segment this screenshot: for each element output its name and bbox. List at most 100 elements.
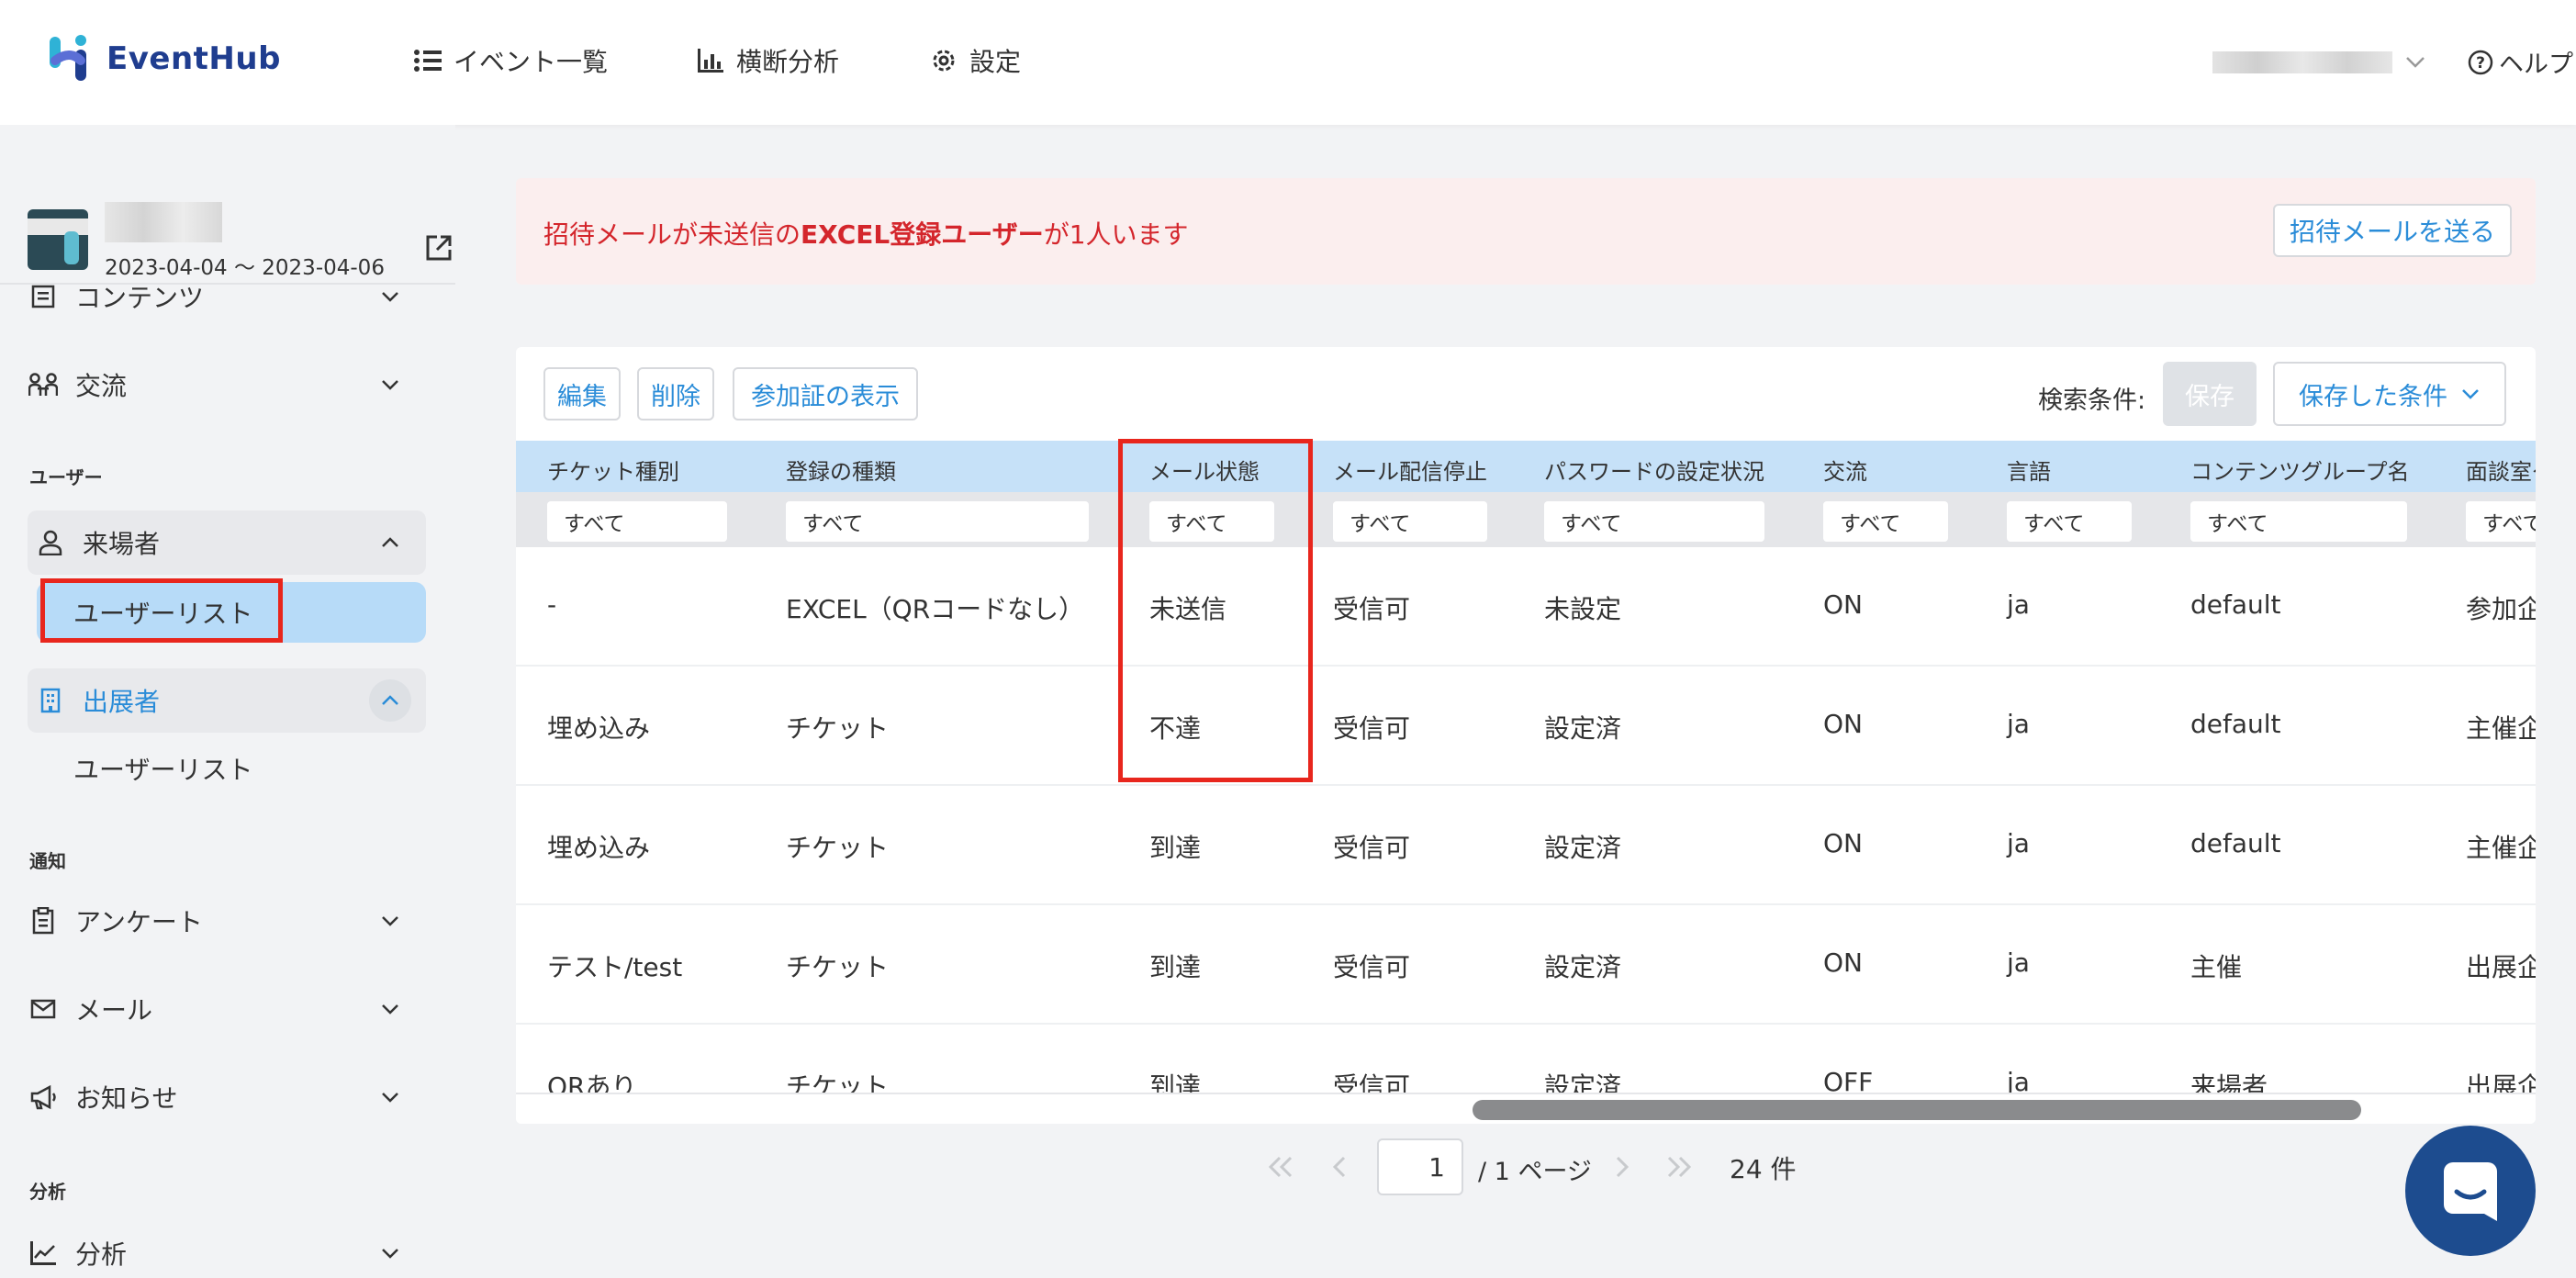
- alert-text-part2: が1人います: [1043, 219, 1189, 250]
- sidebar-item-exhibitor-user-list[interactable]: ユーザーリスト: [37, 738, 426, 799]
- collapse-toggle[interactable]: [369, 679, 411, 722]
- table-row[interactable]: QRあり チケット 到達 受信可 設定済 OFF ja 来場者 出展企: [516, 1025, 2536, 1093]
- sidebar-item-contents[interactable]: コンテンツ: [28, 264, 426, 329]
- clipboard-icon: [28, 905, 59, 936]
- column-header-meeting-room[interactable]: 面談室グ: [2466, 454, 2536, 486]
- cell-mail-status: 到達: [1149, 1071, 1202, 1093]
- column-header-password-status[interactable]: パスワードの設定状況: [1544, 454, 1764, 486]
- cell-language: ja: [2007, 589, 2030, 620]
- cell-meeting-room: 主催企: [2466, 713, 2536, 744]
- filter-meeting-room[interactable]: すべて: [2466, 501, 2536, 542]
- cell-ticket-type: 埋め込み: [547, 713, 651, 744]
- sidebar-item-survey[interactable]: アンケート: [28, 889, 426, 953]
- nav-settings-label: 設定: [969, 47, 1022, 77]
- nav-analysis[interactable]: 横断分析: [696, 42, 839, 79]
- cell-ticket-type: テスト/test: [547, 952, 683, 982]
- sidebar-item-label: 交流: [75, 371, 128, 401]
- sidebar-item-visitor[interactable]: 来場者: [28, 510, 426, 575]
- bar-chart-icon: [696, 46, 725, 75]
- delete-button[interactable]: 削除: [637, 367, 714, 420]
- nav-settings[interactable]: 設定: [929, 42, 1021, 79]
- filter-registration-type[interactable]: すべて: [786, 501, 1089, 542]
- horizontal-scrollbar-thumb[interactable]: [1473, 1100, 2361, 1120]
- external-link-icon[interactable]: [424, 233, 454, 263]
- page-number-input[interactable]: 1: [1377, 1138, 1463, 1195]
- column-header-language[interactable]: 言語: [2007, 454, 2051, 486]
- cell-language: ja: [2007, 709, 2030, 739]
- nav-events[interactable]: イベント一覧: [413, 42, 608, 79]
- highlight-box-user-list: [40, 578, 283, 643]
- table-row[interactable]: テスト/test チケット 到達 受信可 設定済 ON ja 主催 出展企: [516, 905, 2536, 1025]
- alert-message: 招待メールが未送信のEXCEL登録ユーザーが1人います: [543, 215, 1189, 252]
- next-page-icon[interactable]: [1614, 1155, 1630, 1179]
- column-header-exchange[interactable]: 交流: [1823, 454, 1867, 486]
- sidebar-item-exhibitor[interactable]: 出展者: [28, 668, 426, 733]
- table-row[interactable]: - EXCEL（QRコードなし） 未送信 受信可 未設定 ON ja defau…: [516, 547, 2536, 667]
- filter-ticket-type[interactable]: すべて: [547, 501, 727, 542]
- list-icon: [413, 46, 442, 75]
- help-link[interactable]: ? ヘルプ: [2468, 44, 2573, 80]
- line-chart-icon: [28, 1238, 59, 1269]
- eventhub-logo[interactable]: EventHub: [48, 33, 281, 84]
- cell-exchange: ON: [1823, 709, 1863, 739]
- filter-exchange[interactable]: すべて: [1823, 501, 1948, 542]
- cell-content-group: default: [2190, 709, 2281, 739]
- people-exchange-icon: [28, 369, 59, 400]
- last-page-icon[interactable]: [1665, 1155, 1693, 1179]
- chevron-down-icon: [382, 1249, 398, 1259]
- column-header-mail-unsubscribe[interactable]: メール配信停止: [1333, 454, 1487, 486]
- user-icon: [35, 527, 66, 558]
- filter-mail-unsubscribe[interactable]: すべて: [1333, 501, 1487, 542]
- chevron-down-icon: [382, 916, 398, 926]
- cell-exchange: ON: [1823, 947, 1863, 978]
- eventhub-logo-icon: [50, 35, 86, 81]
- chevron-down-icon: [2406, 57, 2425, 68]
- sidebar-item-analytics[interactable]: 分析: [28, 1221, 426, 1278]
- cell-mail-unsubscribe: 受信可: [1333, 594, 1411, 624]
- table-row[interactable]: 埋め込み チケット 到達 受信可 設定済 ON ja default 主催企: [516, 786, 2536, 905]
- table-filter-row: すべて すべて すべて すべて すべて すべて すべて すべて すべて: [516, 492, 2536, 547]
- edit-button[interactable]: 編集: [543, 367, 621, 420]
- column-header-content-group[interactable]: コンテンツグループ名: [2190, 454, 2410, 486]
- saved-conditions-label: 保存した条件: [2299, 382, 2447, 411]
- sidebar-item-label: 分析: [75, 1239, 128, 1270]
- column-header-registration-type[interactable]: 登録の種類: [786, 454, 896, 486]
- sidebar-item-mail[interactable]: メール: [28, 977, 426, 1041]
- sidebar-item-label: メール: [75, 995, 153, 1026]
- gear-icon: [929, 46, 958, 75]
- cell-meeting-room: 参加企: [2466, 594, 2536, 624]
- megaphone-icon: [28, 1082, 59, 1113]
- filter-content-group[interactable]: すべて: [2190, 501, 2407, 542]
- cell-mail-status: 到達: [1149, 833, 1202, 863]
- chevron-down-icon: [382, 1093, 398, 1103]
- send-invitation-button[interactable]: 招待メールを送る: [2273, 204, 2512, 257]
- first-page-icon[interactable]: [1267, 1155, 1294, 1179]
- chat-widget-button[interactable]: [2405, 1126, 2536, 1256]
- save-conditions-button[interactable]: 保存: [2163, 362, 2257, 426]
- cell-meeting-room: 出展企: [2466, 952, 2536, 982]
- show-badge-button[interactable]: 参加証の表示: [733, 367, 918, 420]
- cell-registration-type: チケット: [786, 713, 890, 744]
- filter-password-status[interactable]: すべて: [1544, 501, 1764, 542]
- help-icon: ?: [2468, 50, 2493, 74]
- prev-page-icon[interactable]: [1331, 1155, 1348, 1179]
- sidebar-item-exchange[interactable]: 交流: [28, 353, 426, 417]
- filter-language[interactable]: すべて: [2007, 501, 2132, 542]
- building-icon: [35, 685, 66, 716]
- cell-registration-type: チケット: [786, 833, 890, 863]
- cell-ticket-type: -: [547, 589, 557, 620]
- user-table-panel: 編集 削除 参加証の表示 検索条件: 保存 保存した条件 チケット種別 登録の種…: [516, 347, 2536, 1124]
- user-menu[interactable]: [2212, 51, 2425, 73]
- cell-language: ja: [2007, 947, 2030, 978]
- sidebar-item-label: コンテンツ: [75, 283, 205, 313]
- sidebar-section-notify: 通知: [29, 850, 66, 872]
- column-header-ticket-type[interactable]: チケット種別: [547, 454, 679, 486]
- cell-registration-type: チケット: [786, 1071, 890, 1093]
- cell-registration-type: EXCEL（QRコードなし）: [786, 594, 1085, 624]
- mail-icon: [28, 993, 59, 1025]
- alert-text-bold: EXCEL登録ユーザー: [801, 219, 1044, 250]
- table-row[interactable]: 埋め込み チケット 不達 受信可 設定済 ON ja default 主催企: [516, 667, 2536, 786]
- saved-conditions-dropdown[interactable]: 保存した条件: [2273, 362, 2506, 426]
- nav-analysis-label: 横断分析: [736, 47, 840, 77]
- sidebar-item-notice[interactable]: お知らせ: [28, 1065, 426, 1129]
